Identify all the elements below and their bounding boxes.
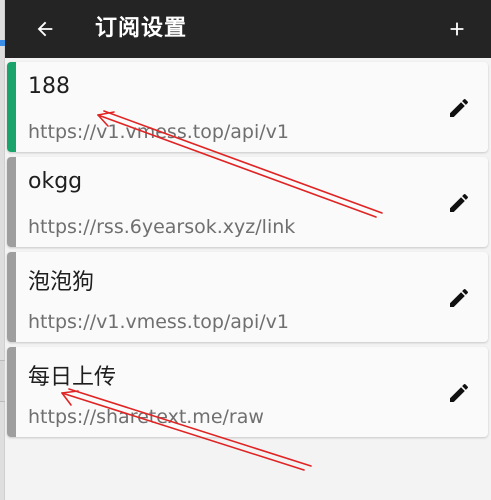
plus-icon — [450, 22, 464, 36]
page-title: 订阅设置 — [95, 16, 188, 41]
subscription-item[interactable]: 泡泡狗 https://v1.vmess.top/api/v1 — [7, 252, 488, 342]
subscription-name: 每日上传 — [28, 365, 117, 390]
active-indicator — [7, 157, 16, 247]
active-indicator — [7, 252, 16, 342]
subscription-item[interactable]: okgg https://rss.6yearsok.xyz/link — [7, 157, 488, 247]
empty-list-area — [5, 440, 491, 500]
subscription-url: https://v1.vmess.top/api/v1 — [28, 311, 290, 333]
edit-button[interactable] — [444, 378, 474, 408]
edge-scroll-handle[interactable] — [0, 360, 5, 402]
pencil-icon — [450, 98, 469, 117]
subscription-name: okgg — [28, 169, 83, 194]
edit-button[interactable] — [444, 93, 474, 123]
subscription-url: https://rss.6yearsok.xyz/link — [28, 216, 296, 238]
app-bar: 订阅设置 — [5, 0, 491, 58]
subscription-url: https://v1.vmess.top/api/v1 — [28, 121, 290, 143]
subscription-name: 188 — [28, 74, 70, 99]
pencil-icon — [450, 383, 469, 402]
subscription-item[interactable]: 188 https://v1.vmess.top/api/v1 — [7, 62, 488, 152]
back-button[interactable] — [25, 9, 65, 49]
subscription-url: https://sharetext.me/raw — [28, 406, 264, 428]
active-indicator — [7, 62, 16, 152]
pencil-icon — [450, 193, 469, 212]
active-indicator — [7, 347, 16, 437]
window-left-edge — [0, 0, 5, 500]
subscription-name: 泡泡狗 — [28, 270, 95, 295]
pencil-icon — [450, 288, 469, 307]
subscription-item[interactable]: 每日上传 https://sharetext.me/raw — [7, 347, 488, 437]
arrow-left-icon — [37, 21, 53, 37]
add-subscription-button[interactable] — [437, 9, 477, 49]
edit-button[interactable] — [444, 188, 474, 218]
edit-button[interactable] — [444, 283, 474, 313]
